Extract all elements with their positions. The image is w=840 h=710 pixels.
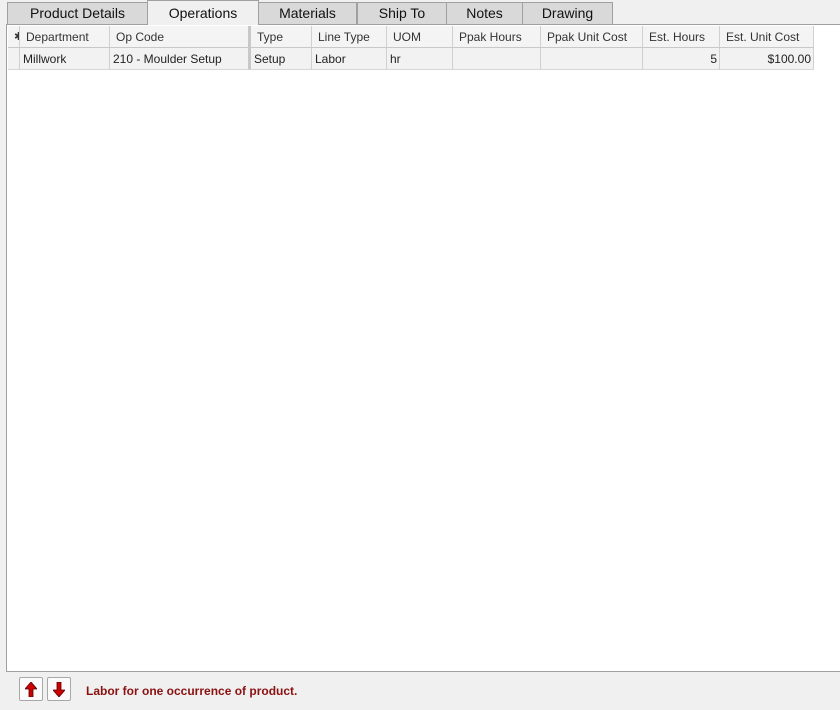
tab-drawing[interactable]: Drawing <box>522 2 613 25</box>
cell-line-type[interactable]: Labor <box>312 48 387 70</box>
row-selector[interactable] <box>8 48 20 70</box>
move-down-arrow-icon <box>53 682 65 697</box>
column-header-type[interactable]: Type <box>251 26 312 48</box>
column-header-op-code[interactable]: Op Code <box>110 26 251 48</box>
move-up-arrow-icon <box>25 682 37 697</box>
move-up-button[interactable] <box>19 677 43 701</box>
cell-ppak-unit-cost[interactable] <box>541 48 643 70</box>
column-header-department[interactable]: Department <box>20 26 110 48</box>
column-header-ppak-unit-cost[interactable]: Ppak Unit Cost <box>541 26 643 48</box>
cell-est-hours[interactable]: 5 <box>643 48 720 70</box>
cell-uom[interactable]: hr <box>387 48 453 70</box>
tab-strip: Product Details Operations Materials Shi… <box>0 0 840 25</box>
cell-est-unit-cost[interactable]: $100.00 <box>720 48 814 70</box>
tab-product-details[interactable]: Product Details <box>7 2 148 25</box>
column-header-line-type[interactable]: Line Type <box>312 26 387 48</box>
move-down-button[interactable] <box>47 677 71 701</box>
cell-ppak-hours[interactable] <box>453 48 541 70</box>
tab-materials[interactable]: Materials <box>258 2 357 25</box>
tab-notes[interactable]: Notes <box>446 2 523 25</box>
column-header-ppak-hours[interactable]: Ppak Hours <box>453 26 541 48</box>
new-row-marker-icon[interactable]: ✱ <box>8 26 20 48</box>
operations-panel: ✱ Department Op Code Type Line Type UOM … <box>6 24 840 672</box>
status-message: Labor for one occurrence of product. <box>86 684 298 698</box>
cell-type[interactable]: Setup <box>251 48 312 70</box>
cell-department[interactable]: Millwork <box>20 48 110 70</box>
column-header-uom[interactable]: UOM <box>387 26 453 48</box>
column-header-est-hours[interactable]: Est. Hours <box>643 26 720 48</box>
column-header-est-unit-cost[interactable]: Est. Unit Cost <box>720 26 814 48</box>
cell-op-code[interactable]: 210 - Moulder Setup <box>110 48 251 70</box>
footer-bar: Labor for one occurrence of product. <box>6 672 840 708</box>
tab-ship-to[interactable]: Ship To <box>357 2 447 25</box>
tab-operations[interactable]: Operations <box>147 0 259 25</box>
